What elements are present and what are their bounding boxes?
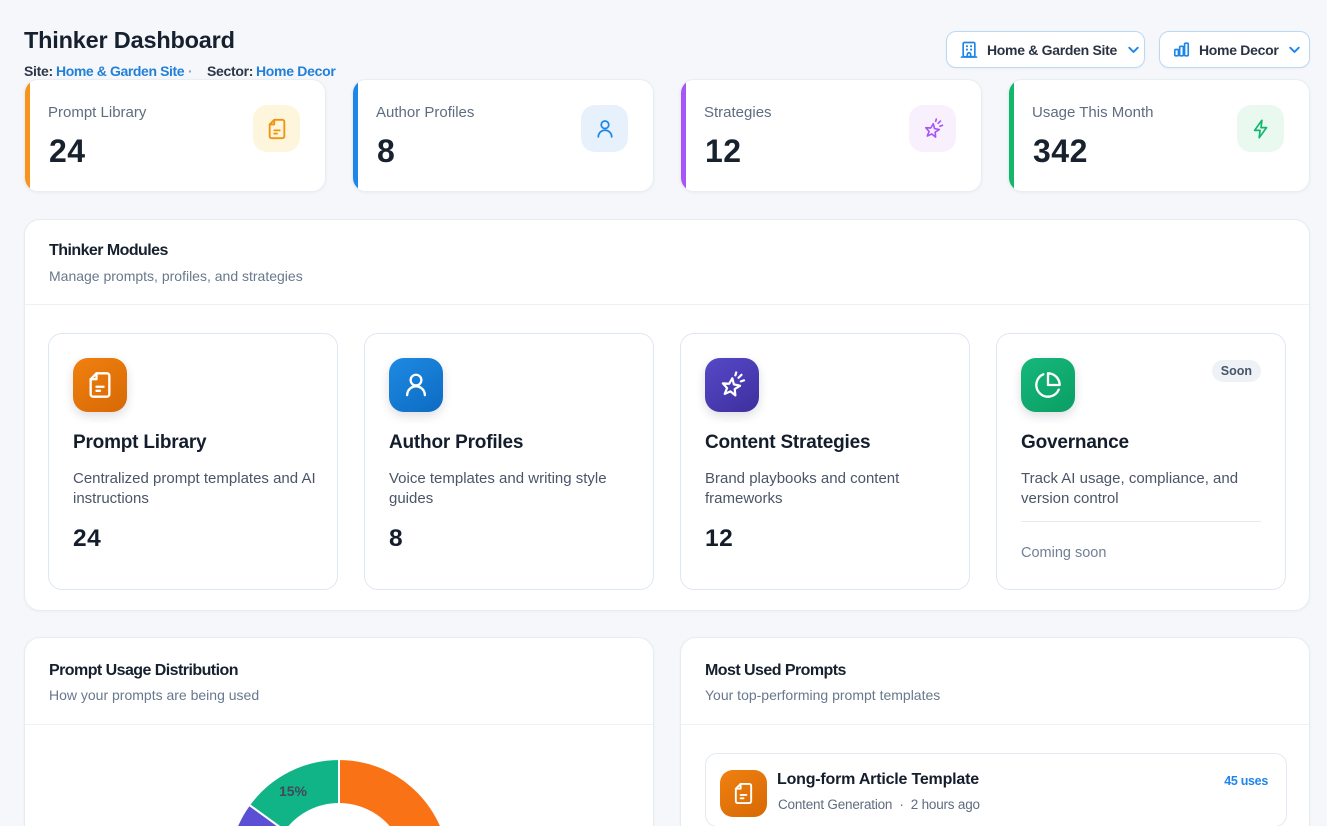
svg-text:15%: 15% bbox=[279, 783, 308, 799]
